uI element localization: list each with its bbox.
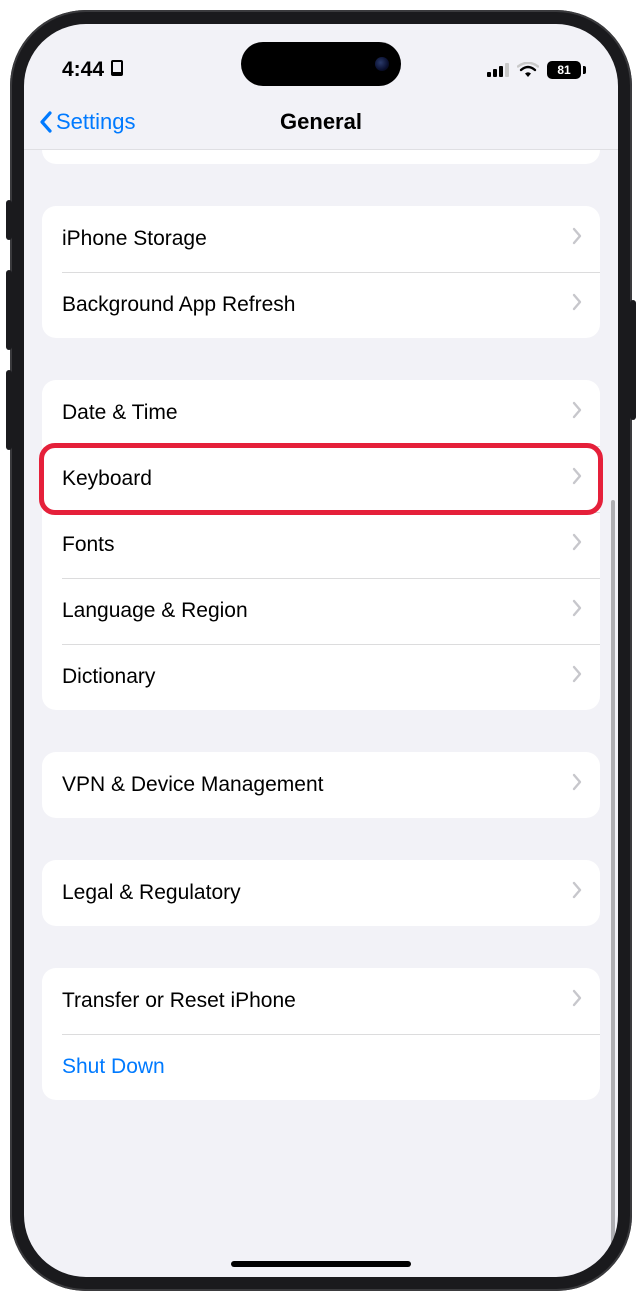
scroll-area[interactable]: CarPlay iPhone Storage Background App Re… (24, 150, 618, 1182)
battery-percent: 81 (557, 63, 570, 77)
group-vpn: VPN & Device Management (42, 752, 600, 818)
row-label: Transfer or Reset iPhone (62, 989, 296, 1013)
side-button (630, 300, 636, 420)
row-dictionary[interactable]: Dictionary (42, 644, 600, 710)
scrollbar-indicator (611, 500, 615, 1277)
battery-icon: 81 (547, 61, 586, 79)
screen: 4:44 81 (24, 24, 618, 1277)
row-label: Keyboard (62, 467, 152, 491)
group-carplay: CarPlay (42, 150, 600, 164)
front-camera (375, 57, 389, 71)
row-shut-down[interactable]: Shut Down (42, 1034, 600, 1100)
nav-bar: Settings General (24, 94, 618, 150)
row-label: Legal & Regulatory (62, 881, 241, 905)
volume-up-button (6, 270, 12, 350)
row-label: Date & Time (62, 401, 178, 425)
row-language-region[interactable]: Language & Region (42, 578, 600, 644)
row-carplay[interactable]: CarPlay (42, 150, 600, 164)
phone-frame: 4:44 81 (10, 10, 632, 1291)
chevron-right-icon (572, 401, 582, 425)
row-label: Shut Down (62, 1055, 165, 1079)
row-background-app-refresh[interactable]: Background App Refresh (42, 272, 600, 338)
group-storage: iPhone Storage Background App Refresh (42, 206, 600, 338)
row-label: Dictionary (62, 665, 155, 689)
group-legal: Legal & Regulatory (42, 860, 600, 926)
group-reset: Transfer or Reset iPhone Shut Down (42, 968, 600, 1100)
chevron-right-icon (572, 599, 582, 623)
chevron-right-icon (572, 989, 582, 1013)
chevron-left-icon (38, 110, 54, 134)
row-date-time[interactable]: Date & Time (42, 380, 600, 446)
mute-switch (6, 200, 12, 240)
row-vpn-device-management[interactable]: VPN & Device Management (42, 752, 600, 818)
chevron-right-icon (572, 533, 582, 557)
dynamic-island (241, 42, 401, 86)
device-frame-outer: 4:44 81 (0, 0, 642, 1301)
status-right: 81 (487, 61, 586, 79)
chevron-right-icon (572, 881, 582, 905)
volume-down-button (6, 370, 12, 450)
status-left: 4:44 (62, 58, 124, 82)
back-button[interactable]: Settings (38, 109, 136, 135)
chevron-right-icon (572, 293, 582, 317)
chevron-right-icon (572, 773, 582, 797)
row-label: Fonts (62, 533, 115, 557)
settings-content: CarPlay iPhone Storage Background App Re… (24, 150, 618, 1277)
row-label: Background App Refresh (62, 293, 295, 317)
wifi-icon (517, 62, 539, 78)
chevron-right-icon (572, 227, 582, 251)
status-time: 4:44 (62, 58, 104, 82)
row-legal-regulatory[interactable]: Legal & Regulatory (42, 860, 600, 926)
home-indicator[interactable] (231, 1261, 411, 1267)
group-input: Date & Time Keyboard Fonts Language (42, 380, 600, 710)
row-label: iPhone Storage (62, 227, 207, 251)
row-fonts[interactable]: Fonts (42, 512, 600, 578)
back-label: Settings (56, 109, 136, 135)
row-transfer-reset[interactable]: Transfer or Reset iPhone (42, 968, 600, 1034)
row-label: Language & Region (62, 599, 248, 623)
chevron-right-icon (572, 467, 582, 491)
cellular-signal-icon (487, 63, 509, 77)
chevron-right-icon (572, 665, 582, 689)
row-iphone-storage[interactable]: iPhone Storage (42, 206, 600, 272)
row-label: VPN & Device Management (62, 773, 323, 797)
nav-title: General (280, 109, 362, 135)
portrait-lock-icon (110, 59, 124, 82)
row-keyboard[interactable]: Keyboard (42, 446, 600, 512)
